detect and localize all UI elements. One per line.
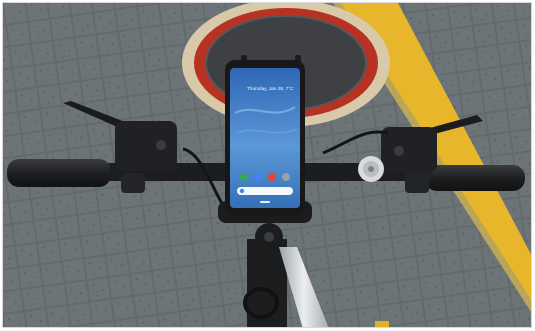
phone-date-text: Thursday, Jan 28, 7°C bbox=[247, 86, 294, 91]
camera-app-icon[interactable] bbox=[282, 173, 290, 181]
phone-app-icon[interactable] bbox=[240, 173, 248, 181]
left-grip bbox=[7, 159, 111, 187]
chrome-app-icon[interactable] bbox=[268, 173, 276, 181]
search-bar[interactable] bbox=[237, 187, 293, 195]
bike-photo bbox=[3, 3, 531, 327]
bell bbox=[358, 156, 384, 182]
home-pill[interactable] bbox=[260, 201, 270, 203]
google-g-icon bbox=[239, 188, 245, 194]
right-grip bbox=[425, 165, 525, 191]
photo-frame: Thursday, Jan 28, 7°C bbox=[2, 2, 532, 328]
messages-app-icon[interactable] bbox=[254, 173, 262, 181]
